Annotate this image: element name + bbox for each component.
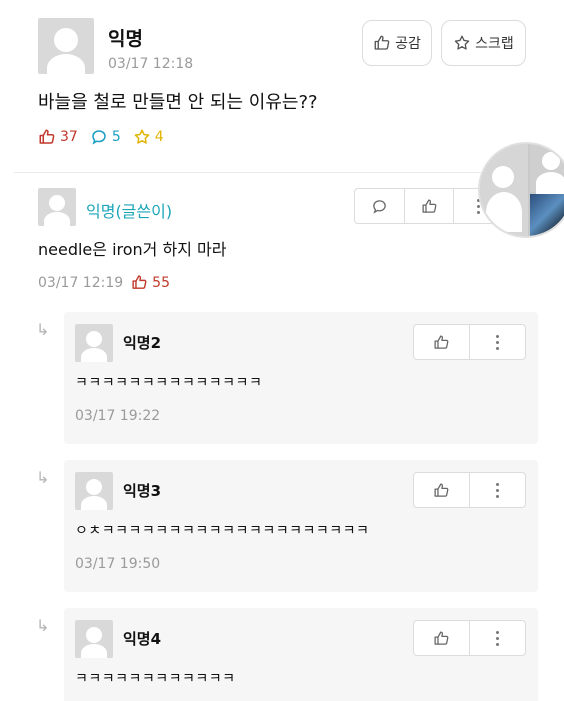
post-like-count: 37 [38, 128, 78, 146]
reply-item: 익명4 ㅋㅋㅋㅋㅋㅋㅋㅋㅋㅋㅋㅋ [64, 608, 538, 701]
comment-like-count-value: 55 [152, 274, 170, 291]
star-icon [454, 35, 470, 50]
more-reply-button[interactable] [470, 473, 525, 507]
more-vertical-icon [496, 482, 499, 498]
reply-comment-button[interactable] [355, 189, 405, 223]
post-scrap-count-value: 4 [154, 129, 164, 145]
reply-actions [413, 324, 526, 360]
thumbs-up-icon [39, 129, 55, 144]
reply-item: 익명3 ㅇㅊㅋㅋㅋㅋㅋㅋㅋㅋㅋㅋㅋㅋㅋㅋㅋㅋㅋㅋㅋㅋ 03/17 19:50 [64, 460, 538, 592]
scrap-label: 스크랩 [475, 36, 514, 52]
thumbs-up-icon [434, 334, 449, 349]
like-post-label: 공감 [395, 36, 421, 52]
comment-meta: 03/17 12:19 55 [38, 274, 170, 291]
reply-time: 03/17 19:22 [75, 408, 161, 424]
post-comment-count: 5 [90, 128, 121, 146]
reply-author-avatar [75, 620, 113, 658]
more-reply-button[interactable] [470, 621, 525, 655]
star-icon [134, 129, 150, 144]
floating-profile-bubble[interactable] [478, 142, 564, 238]
reply-author: 익명3 [123, 482, 162, 500]
post-scrap-count: 4 [133, 128, 164, 146]
like-post-button[interactable]: 공감 [362, 20, 432, 66]
post-like-count-value: 37 [60, 129, 78, 145]
reply-item: 익명2 ㅋㅋㅋㅋㅋㅋㅋㅋㅋㅋㅋㅋㅋㅋ 03/17 19:22 [64, 312, 538, 444]
reply-author-avatar [75, 472, 113, 510]
reply-arrow-icon: ↳ [36, 616, 50, 635]
reply-author: 익명4 [123, 630, 162, 648]
reply-time: 03/17 19:50 [75, 556, 161, 572]
profile-photo [530, 194, 564, 236]
reply-arrow-icon: ↳ [36, 320, 50, 339]
scrap-button[interactable]: 스크랩 [441, 20, 526, 66]
reply-body: ㅇㅊㅋㅋㅋㅋㅋㅋㅋㅋㅋㅋㅋㅋㅋㅋㅋㅋㅋㅋㅋㅋ [75, 523, 370, 539]
post-comment-count-value: 5 [111, 129, 121, 145]
more-vertical-icon [496, 630, 499, 646]
reply-author: 익명2 [123, 334, 162, 352]
post-author: 익명 [108, 28, 143, 50]
like-reply-button[interactable] [414, 621, 470, 655]
speech-bubble-icon [92, 130, 106, 145]
reply-body: ㅋㅋㅋㅋㅋㅋㅋㅋㅋㅋㅋㅋ [75, 671, 236, 687]
comment-body: needle은 iron거 하지 마라 [38, 240, 227, 259]
post-time: 03/17 12:18 [108, 56, 194, 72]
thumbs-up-icon [374, 35, 390, 50]
thumbs-up-icon [434, 482, 449, 497]
comment-like-count: 55 [131, 274, 170, 291]
post-title: 바늘을 철로 만들면 안 되는 이유는?? [38, 92, 318, 113]
reply-actions [413, 620, 526, 656]
like-comment-button[interactable] [405, 189, 455, 223]
speech-bubble-icon [373, 199, 386, 214]
reply-arrow-icon: ↳ [36, 468, 50, 487]
thumbs-up-icon [434, 630, 449, 645]
reply-body: ㅋㅋㅋㅋㅋㅋㅋㅋㅋㅋㅋㅋㅋㅋ [75, 375, 263, 391]
like-reply-button[interactable] [414, 473, 470, 507]
reply-actions [413, 472, 526, 508]
thumbs-up-icon [421, 198, 436, 213]
more-reply-button[interactable] [470, 325, 525, 359]
thumbs-up-icon [132, 275, 147, 289]
more-vertical-icon [496, 334, 499, 350]
reply-author-avatar [75, 324, 113, 362]
post-stats: 37 5 4 [38, 128, 164, 146]
comment-author-avatar [38, 188, 76, 226]
comment-author: 익명(글쓴이) [86, 202, 173, 221]
post-author-avatar [38, 18, 94, 74]
like-reply-button[interactable] [414, 325, 470, 359]
comment-time: 03/17 12:19 [38, 274, 124, 291]
